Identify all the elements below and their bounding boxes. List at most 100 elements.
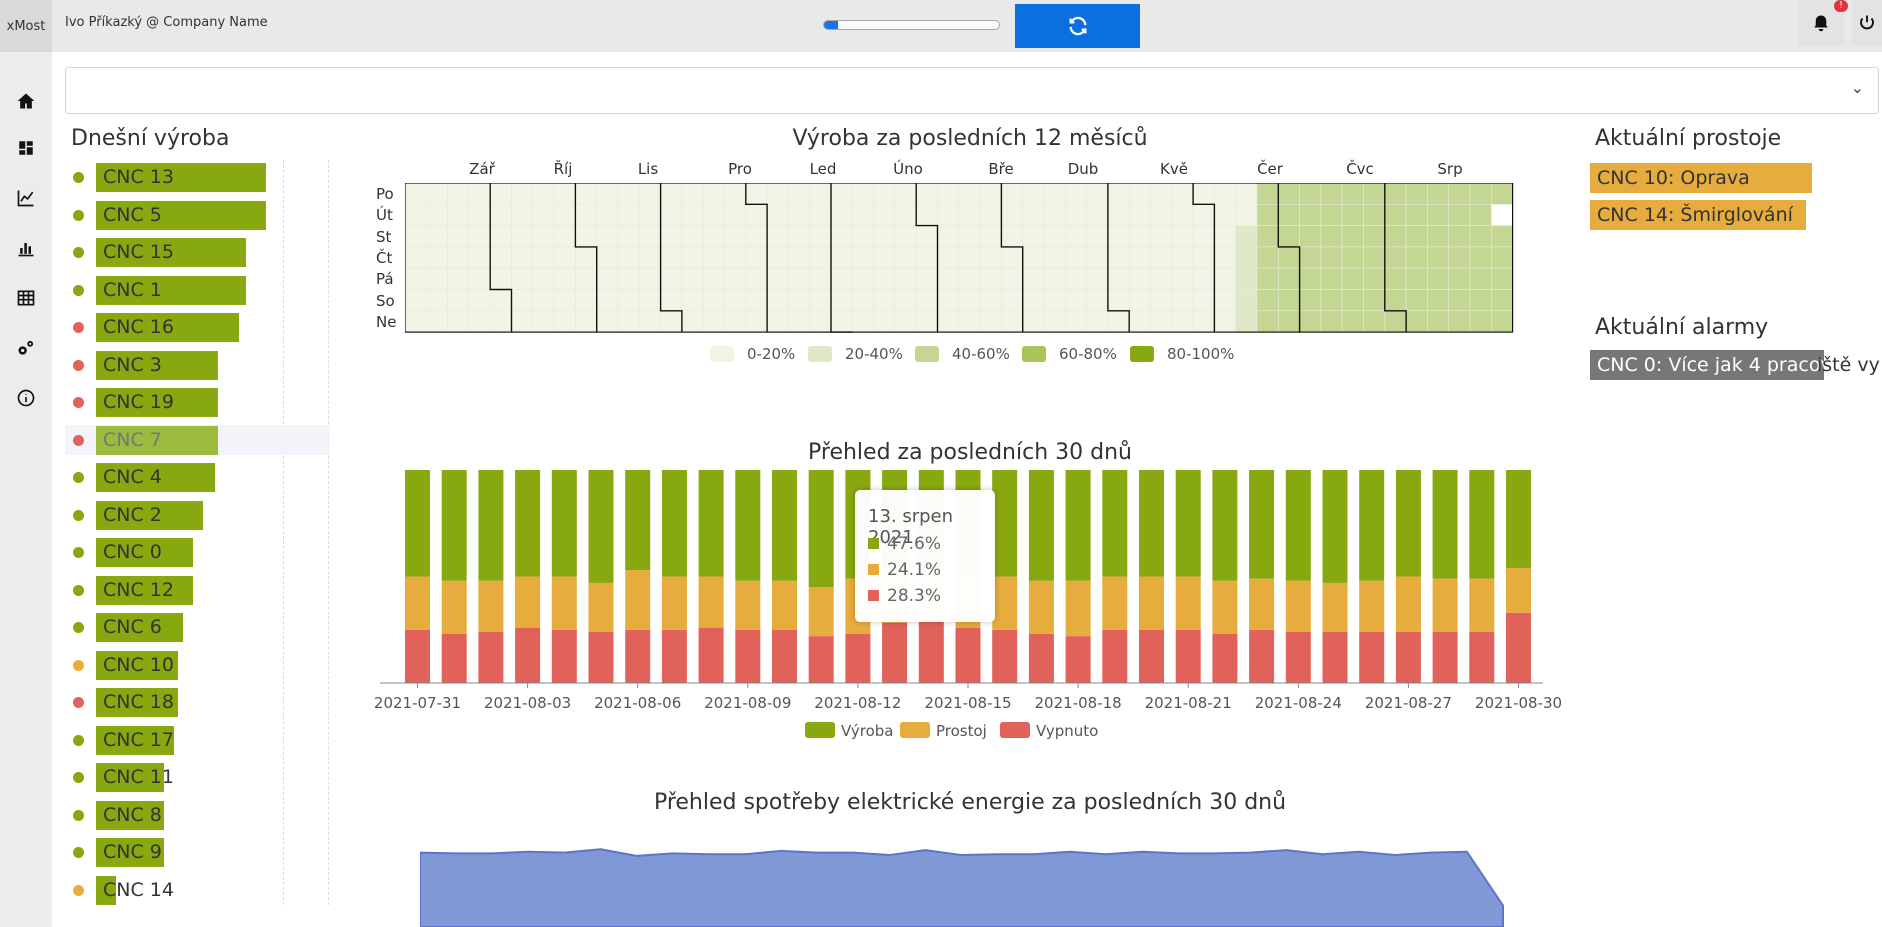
heatmap-cell[interactable] <box>1427 267 1450 290</box>
heatmap-cell[interactable] <box>1150 267 1173 290</box>
heatmap-cell[interactable] <box>702 225 725 248</box>
heatmap-cell[interactable] <box>1277 203 1300 226</box>
heatmap-cell[interactable] <box>894 225 917 248</box>
heatmap-cell[interactable] <box>1064 289 1087 312</box>
bar-segment-výroba[interactable] <box>515 470 541 577</box>
heatmap-cell[interactable] <box>553 225 576 248</box>
heatmap-cell[interactable] <box>788 246 810 269</box>
heatmap-cell[interactable] <box>915 246 938 269</box>
heatmap-cell[interactable] <box>681 183 704 205</box>
bar-segment-vypnuto[interactable] <box>845 634 871 683</box>
bar-segment-vypnuto[interactable] <box>1322 631 1348 683</box>
bar-segment-výroba[interactable] <box>1432 470 1458 579</box>
heatmap-cell[interactable] <box>1086 203 1109 226</box>
heatmap-cell[interactable] <box>724 289 747 312</box>
today-production-row[interactable]: CNC 4 <box>65 462 330 492</box>
bar-segment-výroba[interactable] <box>698 470 724 577</box>
bar-segment-prostoj[interactable] <box>1285 580 1311 632</box>
heatmap-cell[interactable] <box>617 225 640 248</box>
bar-segment-výroba[interactable] <box>1065 470 1091 581</box>
heatmap-cell[interactable] <box>851 310 874 333</box>
heatmap-cell[interactable] <box>724 225 747 248</box>
heatmap-cell[interactable] <box>1448 289 1471 312</box>
legend-swatch[interactable] <box>1130 346 1154 362</box>
heatmap-cell[interactable] <box>1448 225 1471 248</box>
bar-segment-prostoj[interactable] <box>551 576 577 630</box>
heatmap-cell[interactable] <box>745 267 768 290</box>
heatmap-cell[interactable] <box>724 246 747 269</box>
heatmap-cell[interactable] <box>1256 289 1279 312</box>
heatmap-cell[interactable] <box>724 203 747 226</box>
heatmap-cell[interactable] <box>511 310 534 333</box>
heatmap-cell[interactable] <box>1150 310 1173 333</box>
heatmap-cell[interactable] <box>1128 183 1151 205</box>
heatmap-cell[interactable] <box>1363 310 1386 333</box>
heatmap-cell[interactable] <box>1001 310 1024 333</box>
heatmap-cell[interactable] <box>1491 183 1513 205</box>
bar-segment-výroba[interactable] <box>1285 470 1311 581</box>
bar-segment-vypnuto[interactable] <box>405 629 430 683</box>
heatmap-cell[interactable] <box>1384 203 1407 226</box>
heatmap-cell[interactable] <box>1171 289 1194 312</box>
heatmap-cell[interactable] <box>1469 310 1492 333</box>
heatmap-cell[interactable] <box>405 310 427 333</box>
heatmap-cell[interactable] <box>1405 203 1428 226</box>
heatmap-cell[interactable] <box>468 183 491 205</box>
heatmap-cell[interactable] <box>596 310 619 333</box>
heatmap-cell[interactable] <box>1491 246 1513 269</box>
heatmap-cell[interactable] <box>873 225 896 248</box>
bar-segment-prostoj[interactable] <box>478 580 504 632</box>
heatmap-cell[interactable] <box>575 267 597 290</box>
heatmap-cell[interactable] <box>1405 246 1428 269</box>
heatmap-cell[interactable] <box>1001 246 1024 269</box>
bar-segment-vypnuto[interactable] <box>1139 629 1164 683</box>
heatmap-cell[interactable] <box>1277 246 1300 269</box>
heatmap-cell[interactable] <box>639 183 661 205</box>
heatmap-cell[interactable] <box>1469 183 1492 205</box>
today-production-row[interactable]: CNC 10 <box>65 650 330 680</box>
heatmap-cell[interactable] <box>617 267 640 290</box>
heatmap-cell[interactable] <box>1469 289 1492 312</box>
bar-segment-prostoj[interactable] <box>735 580 761 630</box>
heatmap-cell[interactable] <box>724 267 747 290</box>
heatmap-cell[interactable] <box>724 310 747 333</box>
heatmap-cell[interactable] <box>1341 310 1364 333</box>
heatmap-cell[interactable] <box>1150 246 1173 269</box>
bar-segment-výroba[interactable] <box>1212 470 1238 581</box>
heatmap-cell[interactable] <box>1299 246 1322 269</box>
heatmap-cell[interactable] <box>425 310 448 333</box>
bar-segment-vypnuto[interactable] <box>1212 634 1238 683</box>
bar-segment-prostoj[interactable] <box>1028 580 1054 635</box>
heatmap-cell[interactable] <box>660 267 683 290</box>
heatmap-cell[interactable] <box>1001 267 1024 290</box>
today-production-row[interactable]: CNC 6 <box>65 612 330 642</box>
heatmap-cell[interactable] <box>1064 225 1087 248</box>
heatmap-cell[interactable] <box>1214 246 1237 269</box>
heatmap-cell[interactable] <box>405 203 427 226</box>
heatmap-cell[interactable] <box>553 183 576 205</box>
heatmap-cell[interactable] <box>1320 289 1343 312</box>
heatmap-cell[interactable] <box>532 310 555 333</box>
heatmap-cell[interactable] <box>1235 203 1258 226</box>
heatmap-cell[interactable] <box>745 246 768 269</box>
heatmap-cell[interactable] <box>958 225 981 248</box>
heatmap-cell[interactable] <box>1448 183 1471 205</box>
bar-segment-vypnuto[interactable] <box>515 627 541 683</box>
heatmap-cell[interactable] <box>1214 267 1237 290</box>
heatmap-cell[interactable] <box>1277 289 1300 312</box>
downtime-item[interactable]: CNC 10: Oprava <box>1590 163 1812 193</box>
heatmap-cell[interactable] <box>1427 246 1450 269</box>
heatmap-cell[interactable] <box>1043 289 1066 312</box>
heatmap-cell[interactable] <box>1384 225 1407 248</box>
heatmap-cell[interactable] <box>1192 246 1215 269</box>
info-icon[interactable] <box>10 382 42 414</box>
bar-segment-výroba[interactable] <box>1249 470 1275 579</box>
heatmap-cell[interactable] <box>447 267 470 290</box>
today-production-row[interactable]: CNC 3 <box>65 350 330 380</box>
today-production-row[interactable]: CNC 1 <box>65 275 330 305</box>
heatmap-cell[interactable] <box>405 267 427 290</box>
heatmap-cell[interactable] <box>979 246 1002 269</box>
heatmap-cell[interactable] <box>532 246 555 269</box>
heatmap-cell[interactable] <box>1384 246 1407 269</box>
heatmap-cell[interactable] <box>745 183 768 205</box>
